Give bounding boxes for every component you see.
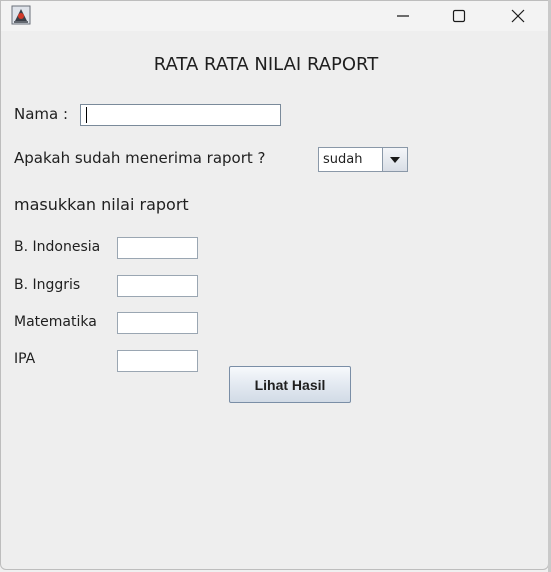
nama-input[interactable] bbox=[80, 104, 281, 126]
score-input-inggris[interactable] bbox=[117, 275, 198, 297]
java-duke-icon bbox=[11, 5, 31, 25]
maximize-icon bbox=[452, 9, 466, 23]
received-selected-value: sudah bbox=[323, 152, 363, 167]
minimize-icon bbox=[397, 15, 409, 17]
lihat-hasil-button[interactable]: Lihat Hasil bbox=[229, 366, 351, 403]
received-question-label: Apakah sudah menerima raport ? bbox=[14, 149, 266, 167]
close-icon bbox=[511, 9, 525, 23]
received-combobox[interactable]: sudah bbox=[318, 147, 408, 172]
nama-label: Nama : bbox=[14, 105, 69, 123]
subject-label-matematika: Matematika bbox=[14, 314, 97, 330]
text-caret bbox=[86, 107, 87, 123]
score-input-indonesia[interactable] bbox=[117, 237, 198, 259]
subject-label-indonesia: B. Indonesia bbox=[14, 239, 101, 255]
minimize-button[interactable] bbox=[375, 1, 431, 31]
maximize-button[interactable] bbox=[431, 1, 487, 31]
chevron-down-icon bbox=[390, 156, 400, 163]
app-window: RATA RATA NILAI RAPORT Nama : Apakah sud… bbox=[0, 0, 549, 570]
subject-label-inggris: B. Inggris bbox=[14, 277, 81, 293]
close-button[interactable] bbox=[490, 1, 546, 31]
form-title: RATA RATA NILAI RAPORT bbox=[153, 54, 379, 75]
score-input-matematika[interactable] bbox=[117, 312, 198, 334]
subject-label-ipa: IPA bbox=[14, 351, 36, 367]
title-bar[interactable] bbox=[1, 1, 548, 31]
combobox-dropdown-button[interactable] bbox=[382, 148, 407, 171]
score-input-ipa[interactable] bbox=[117, 350, 198, 372]
section-label: masukkan nilai raport bbox=[14, 195, 189, 214]
